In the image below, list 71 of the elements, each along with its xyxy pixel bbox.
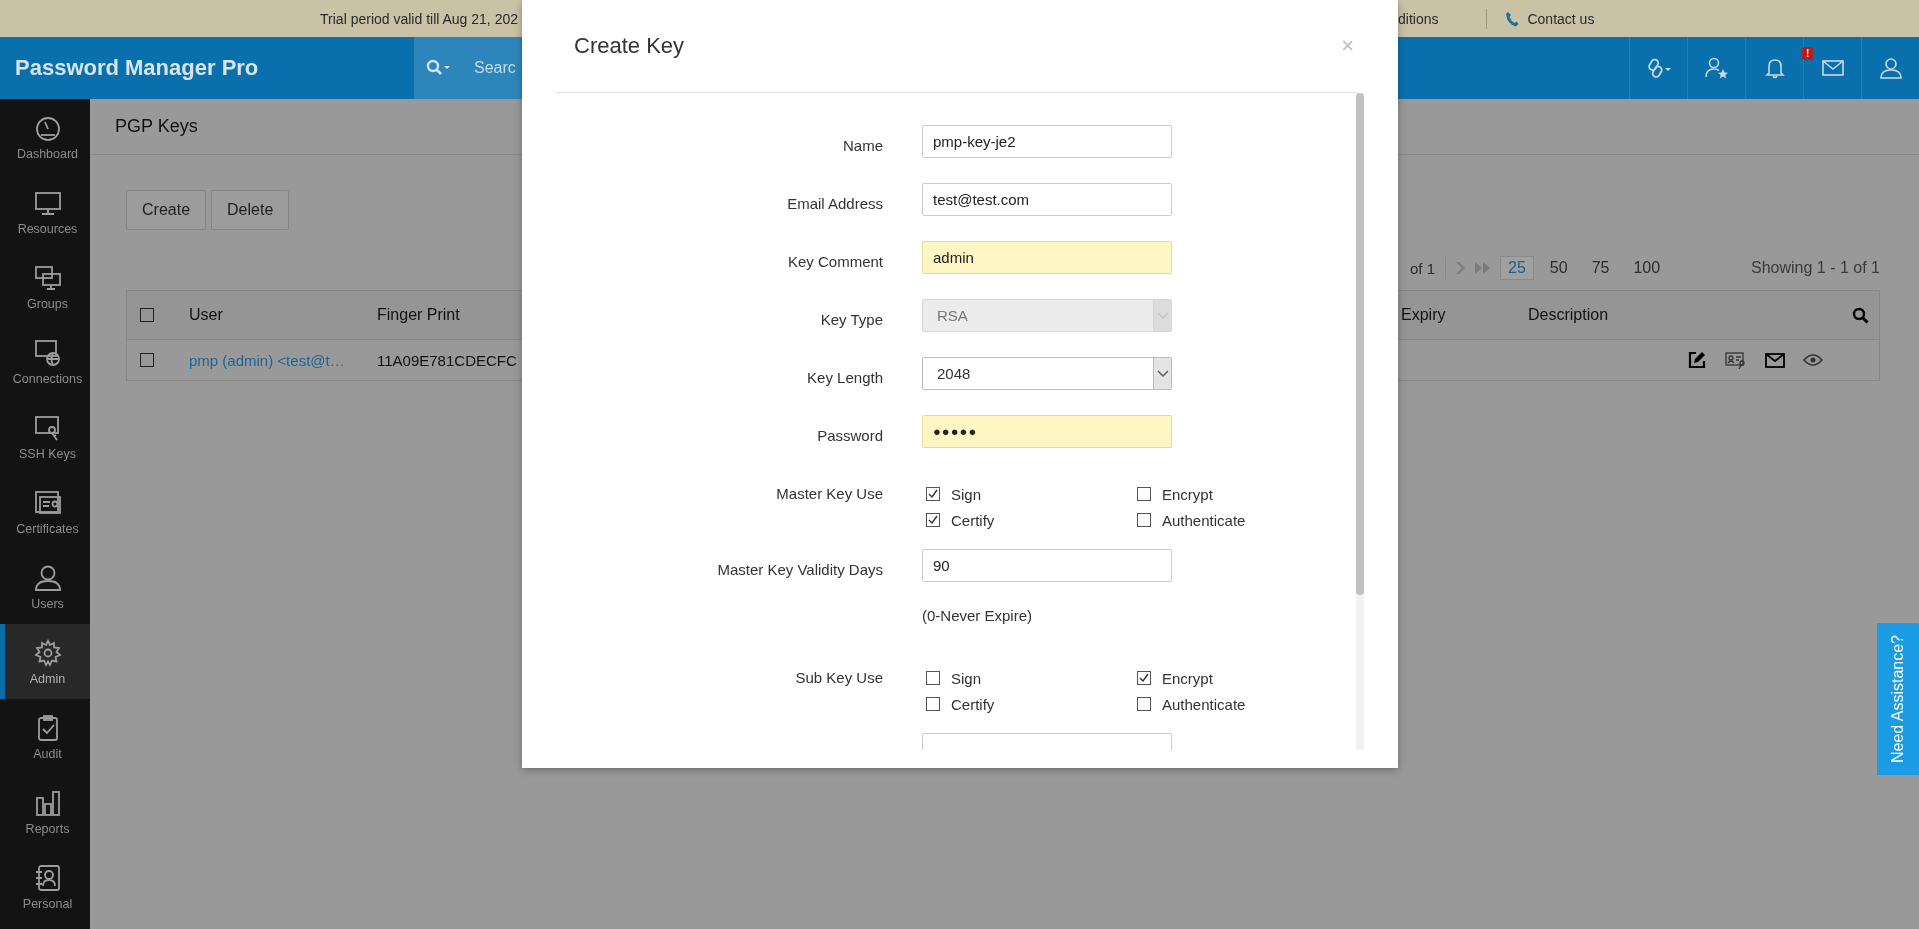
chevron-down-icon (1156, 369, 1169, 378)
edit-icon[interactable] (1687, 350, 1707, 370)
eye-icon[interactable] (1803, 353, 1823, 367)
checkbox-option[interactable]: Sign (926, 667, 1133, 689)
sidebar-item[interactable]: Certificates (0, 474, 90, 549)
checkbox-option[interactable]: Certify (926, 693, 1133, 715)
row-checkbox[interactable] (140, 353, 154, 367)
field-label: Key Type (820, 311, 883, 328)
sidebar-item[interactable]: SSH Keys (0, 399, 90, 474)
select-all-checkbox[interactable] (140, 308, 154, 322)
column-header: Expiry (1401, 306, 1446, 324)
field-label: Key Comment (787, 253, 883, 270)
search-icon (426, 59, 452, 77)
search-icon[interactable] (1852, 306, 1869, 324)
checkbox-option[interactable]: Authenticate (1137, 509, 1283, 531)
field-label: Sub Key Use (795, 669, 883, 686)
delete-button[interactable]: Delete (211, 190, 290, 230)
field-label: Email Address (787, 195, 883, 212)
input-field[interactable]: 90 (922, 549, 1172, 582)
dropdown[interactable]: 2048 (922, 357, 1172, 390)
input-field[interactable]: admin (922, 241, 1172, 274)
page-size-option[interactable]: 100 (1625, 256, 1669, 280)
phone-icon (1505, 10, 1520, 27)
checkmark-icon (927, 514, 939, 526)
scrollbar[interactable] (1356, 93, 1364, 750)
checkbox-option[interactable]: Authenticate (1137, 693, 1283, 715)
notification-badge: ! (1802, 47, 1814, 60)
input-field[interactable]: pmp-key-je2 (922, 125, 1172, 158)
contact-link[interactable]: Contact us (1527, 10, 1595, 27)
checkmark-icon (1138, 672, 1150, 684)
sidebar-item[interactable]: Personal (0, 849, 90, 924)
field-label: Master Key Validity Days (717, 561, 883, 578)
logo[interactable]: Password Manager Pro (15, 55, 414, 81)
create-button[interactable]: Create (126, 190, 207, 230)
table-cell: 11A09E781CDECFC (377, 351, 517, 369)
field-label: Key Length (807, 369, 883, 386)
password-field[interactable]: ●●●●● (922, 415, 1172, 448)
page-title: PGP Keys (115, 116, 198, 137)
id-card-icon[interactable] (1725, 351, 1747, 369)
sidebar-item[interactable]: Users (0, 549, 90, 624)
trial-notice: Trial period valid till Aug 21, 202 (320, 10, 518, 27)
sidebar-item[interactable]: Reports (0, 774, 90, 849)
sidebar-item[interactable]: Admin (0, 624, 90, 699)
page-size-option[interactable]: 75 (1583, 256, 1618, 280)
checkbox-option[interactable]: Encrypt (1137, 483, 1283, 505)
checkbox-option[interactable]: Certify (926, 509, 1133, 531)
input-field[interactable]: test@test.com (922, 183, 1172, 216)
field-label: Master Key Use (776, 485, 883, 502)
hint-text: (0-Never Expire) (922, 607, 1033, 624)
column-header: Finger Print (377, 306, 460, 324)
column-header: User (189, 306, 223, 324)
checkmark-icon (927, 488, 939, 500)
help-tab[interactable]: Need Assistance? (1877, 623, 1919, 775)
checkbox-option[interactable]: Encrypt (1137, 667, 1283, 689)
sidebar-item[interactable]: Resources (0, 174, 90, 249)
checkbox-option[interactable]: Sign (926, 483, 1133, 505)
field-label: Password (817, 427, 883, 444)
sidebar-item[interactable]: Groups (0, 249, 90, 324)
mail-icon[interactable] (1765, 352, 1785, 368)
sidebar-item[interactable]: Dashboard (0, 99, 90, 174)
page-size-option[interactable]: 50 (1541, 256, 1576, 280)
editions-link[interactable]: ditions (1398, 10, 1439, 27)
column-header: Description (1528, 306, 1609, 324)
sidebar-item[interactable]: Audit (0, 699, 90, 774)
sidebar-item[interactable]: Connections (0, 324, 90, 399)
page-count: of 1 (1410, 259, 1436, 277)
showing-count: Showing 1 - 1 of 1 (1751, 259, 1880, 277)
gear-icon (32, 637, 63, 668)
chevron-down-icon (1156, 311, 1169, 320)
monitor-globe-icon (32, 337, 63, 368)
field-label: Name (843, 137, 883, 154)
